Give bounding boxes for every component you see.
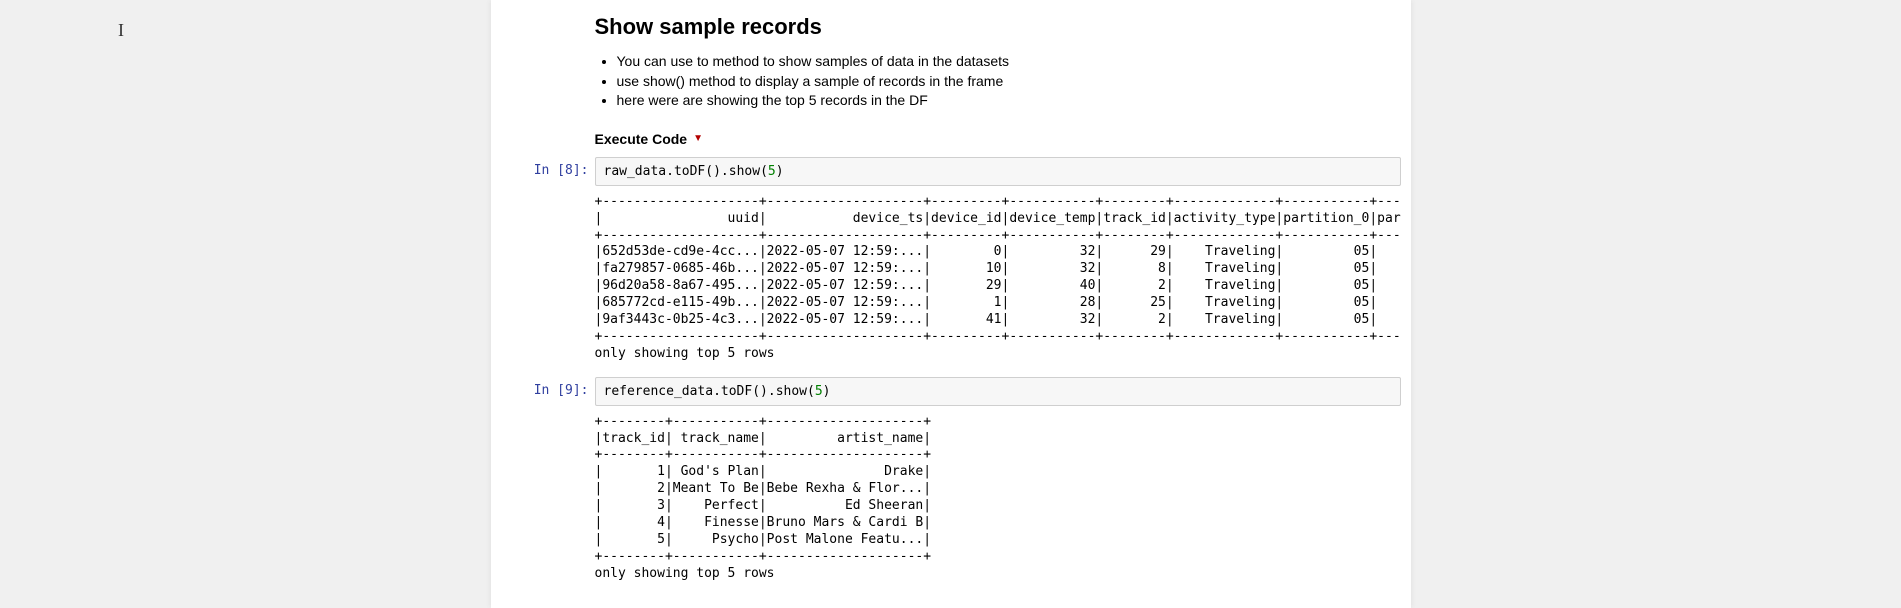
- code-line[interactable]: reference_data.toDF().show(5): [596, 378, 1400, 405]
- output-cell: +--------------------+------------------…: [491, 186, 1411, 373]
- code-cell[interactable]: In [9]: reference_data.toDF().show(5): [491, 373, 1411, 406]
- collapse-label: Execute Code: [595, 131, 688, 147]
- code-cell[interactable]: In [8]: raw_data.toDF().show(5): [491, 153, 1411, 186]
- input-prompt: In [9]:: [501, 377, 595, 398]
- output-text: +--------+-----------+------------------…: [595, 412, 1401, 583]
- code-input-area[interactable]: reference_data.toDF().show(5): [595, 377, 1401, 406]
- bullet-item: use show() method to display a sample of…: [617, 72, 1391, 92]
- output-cell: +--------+-----------+------------------…: [491, 406, 1411, 593]
- bullets-list: You can use to method to show samples of…: [595, 52, 1391, 111]
- triangle-down-icon: ▼: [693, 133, 703, 144]
- code-line[interactable]: raw_data.toDF().show(5): [596, 158, 1400, 185]
- collapse-toggle[interactable]: Execute Code ▼: [595, 131, 704, 147]
- notebook: Show sample records You can use to metho…: [491, 0, 1411, 608]
- bullet-item: You can use to method to show samples of…: [617, 52, 1391, 72]
- input-prompt: In [8]:: [501, 157, 595, 178]
- output-text: +--------------------+------------------…: [595, 192, 1401, 363]
- text-cursor-icon: I: [118, 20, 124, 41]
- code-input-area[interactable]: raw_data.toDF().show(5): [595, 157, 1401, 186]
- markdown-cell: Show sample records You can use to metho…: [491, 0, 1411, 153]
- section-heading: Show sample records: [595, 0, 1391, 46]
- bullet-item: here were are showing the top 5 records …: [617, 91, 1391, 111]
